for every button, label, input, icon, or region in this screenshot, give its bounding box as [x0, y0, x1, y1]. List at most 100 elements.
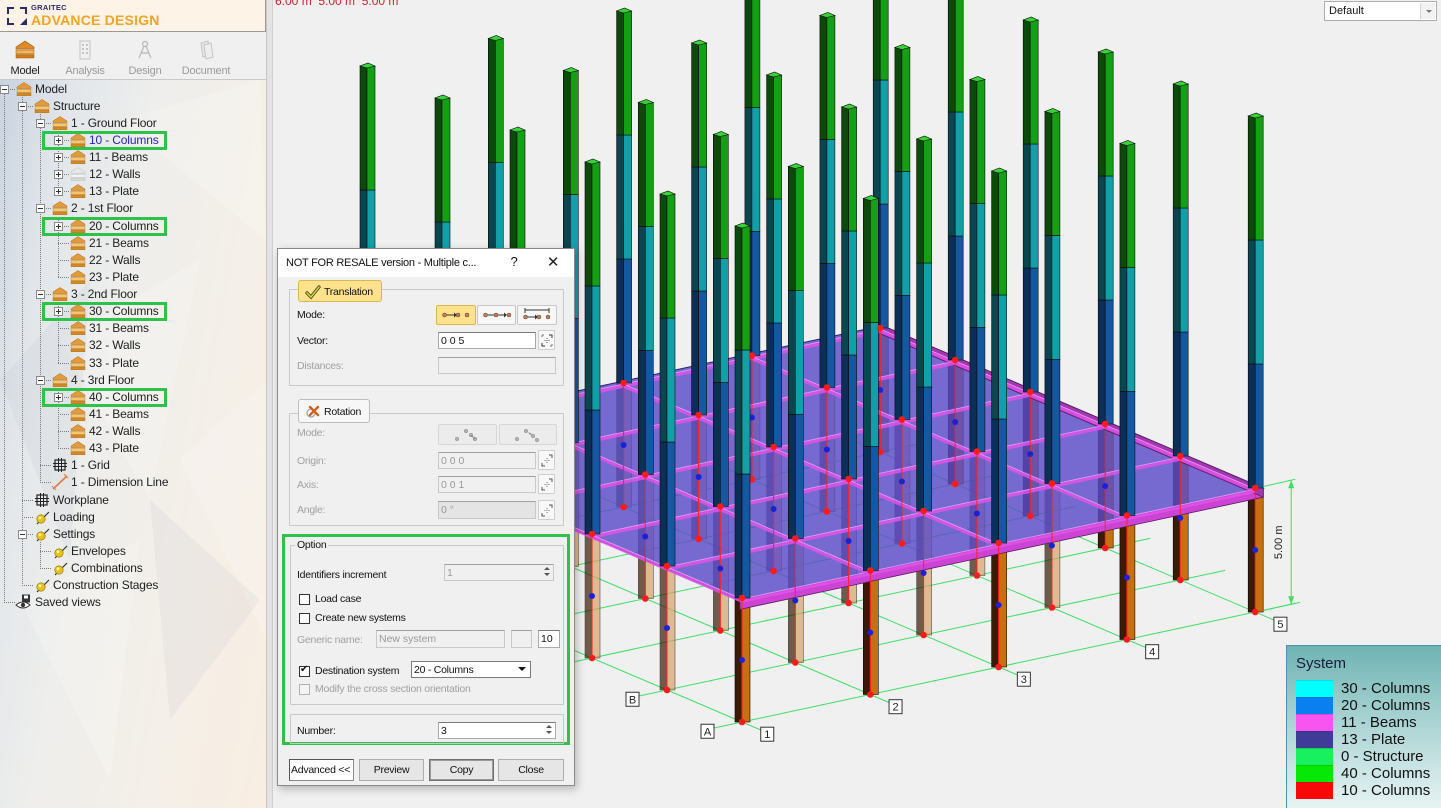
translation-mode-chain-button[interactable] [477, 305, 516, 325]
preview-button[interactable]: Preview [359, 759, 424, 781]
tree-item[interactable]: 2 - 1st Floor [0, 200, 266, 217]
translation-mode-point-to-point-button[interactable] [436, 305, 476, 325]
chevron-down-icon[interactable] [514, 663, 529, 676]
generic-name-input[interactable] [376, 630, 505, 648]
destination-system-checkbox[interactable] [299, 664, 310, 677]
expand-icon[interactable] [53, 307, 63, 317]
tree-item[interactable]: 30 - Columns [0, 303, 266, 320]
distances-input[interactable] [438, 357, 556, 374]
tree-item[interactable]: 1 - Dimension Line [0, 474, 266, 491]
node-point [792, 659, 799, 666]
sidebar-splitter[interactable] [266, 0, 273, 808]
tree-item[interactable]: Envelopes [0, 543, 266, 560]
tree-item[interactable]: 1 - Ground Floor [0, 115, 266, 132]
generic-suffix-input[interactable] [511, 630, 532, 648]
column-left-face [1119, 391, 1128, 516]
advanced-toggle-button[interactable]: Advanced << [289, 759, 354, 781]
collapse-icon[interactable] [17, 529, 27, 539]
expand-icon[interactable] [53, 392, 63, 402]
column-right-face [1029, 143, 1039, 269]
rotation-mode-axis-button[interactable] [499, 424, 557, 445]
tree-item[interactable]: 43 - Plate [0, 440, 266, 457]
close-icon[interactable]: ✕ [543, 253, 563, 271]
vector-pick-button[interactable] [538, 330, 555, 350]
tree-item-label: 12 - Walls [89, 167, 141, 182]
spin-arrows-icon[interactable] [540, 564, 553, 579]
generic-start-input[interactable] [538, 630, 560, 648]
tree-item[interactable]: Combinations [0, 560, 266, 577]
tab-design[interactable]: Design [115, 33, 175, 79]
tree-item[interactable]: 31 - Beams [0, 320, 266, 337]
rotation-mode-points-button[interactable] [438, 424, 497, 445]
modify-orientation-checkbox[interactable] [299, 684, 310, 695]
expand-icon[interactable] [53, 221, 63, 231]
tree-item[interactable]: 33 - Plate [0, 355, 266, 372]
expand-icon[interactable] [53, 153, 63, 163]
collapse-icon[interactable] [35, 118, 45, 128]
translation-mode-distance-button[interactable] [517, 305, 557, 325]
tree-item[interactable]: 23 - Plate [0, 269, 266, 286]
angle-input[interactable] [438, 501, 536, 519]
collapse-icon[interactable] [35, 204, 45, 214]
tree-item[interactable]: 32 - Walls [0, 337, 266, 354]
tree-item[interactable]: 12 - Walls [0, 166, 266, 183]
tree-item-label: 10 - Columns [89, 132, 159, 147]
tree-item[interactable]: 11 - Beams [0, 149, 266, 166]
help-button[interactable]: ? [506, 254, 522, 269]
copy-button[interactable]: Copy [429, 759, 494, 781]
angle-pick-button[interactable] [538, 500, 555, 520]
rotation-toggle-button[interactable]: Rotation [298, 399, 370, 423]
tree-item[interactable]: 4 - 3rd Floor [0, 372, 266, 389]
tree-item[interactable]: Settings [0, 526, 266, 543]
tree-item[interactable]: 10 - Columns [0, 132, 266, 149]
origin-input[interactable] [438, 452, 536, 469]
axis-input[interactable] [438, 476, 536, 493]
spin-arrows-icon[interactable] [542, 722, 555, 737]
tab-model[interactable]: Model [0, 33, 55, 79]
origin-pick-button[interactable] [538, 450, 555, 470]
tree-item[interactable]: Structure [0, 98, 266, 115]
tree-item[interactable]: 21 - Beams [0, 235, 266, 252]
tree-item[interactable]: 20 - Columns [0, 218, 266, 235]
tree-item[interactable]: Model [0, 81, 266, 98]
node-point [770, 567, 777, 575]
tree-item[interactable]: 41 - Beams [0, 406, 266, 423]
create-new-systems-checkbox[interactable] [299, 613, 310, 624]
tree-item[interactable]: 22 - Walls [0, 252, 266, 269]
collapse-icon[interactable] [17, 101, 27, 111]
tree-item[interactable]: Saved views [0, 594, 266, 611]
number-stepper[interactable] [438, 722, 556, 739]
tree-item-label: Envelopes [71, 544, 126, 558]
expand-icon[interactable] [53, 187, 63, 197]
tree-item[interactable]: Loading [0, 509, 266, 526]
number-input[interactable] [438, 722, 556, 739]
destination-system-select[interactable]: 20 - Columns [411, 661, 531, 678]
collapse-icon[interactable] [35, 375, 45, 385]
vector-input[interactable] [438, 332, 536, 349]
tree-item[interactable]: 40 - Columns [0, 389, 266, 406]
axis-pick-button[interactable] [538, 474, 555, 494]
expand-icon[interactable] [53, 135, 63, 145]
node-point [738, 718, 746, 726]
translation-toggle-button[interactable]: Translation [298, 280, 382, 302]
expand-icon[interactable] [53, 170, 63, 180]
tab-analysis[interactable]: Analysis [55, 33, 115, 79]
dialog-titlebar[interactable]: NOT FOR RESALE version - Multiple c... ?… [278, 249, 574, 277]
collapse-icon[interactable] [0, 84, 9, 94]
identifiers-increment-input[interactable] [444, 564, 554, 581]
column-right-face [826, 15, 836, 140]
tree-item[interactable]: Workplane [0, 492, 266, 509]
tree-item[interactable]: 42 - Walls [0, 423, 266, 440]
tree-item[interactable]: 1 - Grid [0, 457, 266, 474]
close-button[interactable]: Close [498, 759, 564, 781]
chevron-down-icon[interactable] [1420, 3, 1435, 19]
tree-item[interactable]: Construction Stages [0, 577, 266, 594]
identifiers-increment-stepper[interactable] [444, 564, 554, 581]
collapse-icon[interactable] [35, 290, 45, 300]
tree-item[interactable]: 3 - 2nd Floor [0, 286, 266, 303]
tab-document[interactable]: Document [176, 33, 236, 79]
tree-item[interactable]: 13 - Plate [0, 183, 266, 200]
column-right-face [901, 171, 911, 296]
load-case-checkbox[interactable] [299, 594, 310, 605]
view-preset-select[interactable]: Default [1324, 1, 1437, 21]
